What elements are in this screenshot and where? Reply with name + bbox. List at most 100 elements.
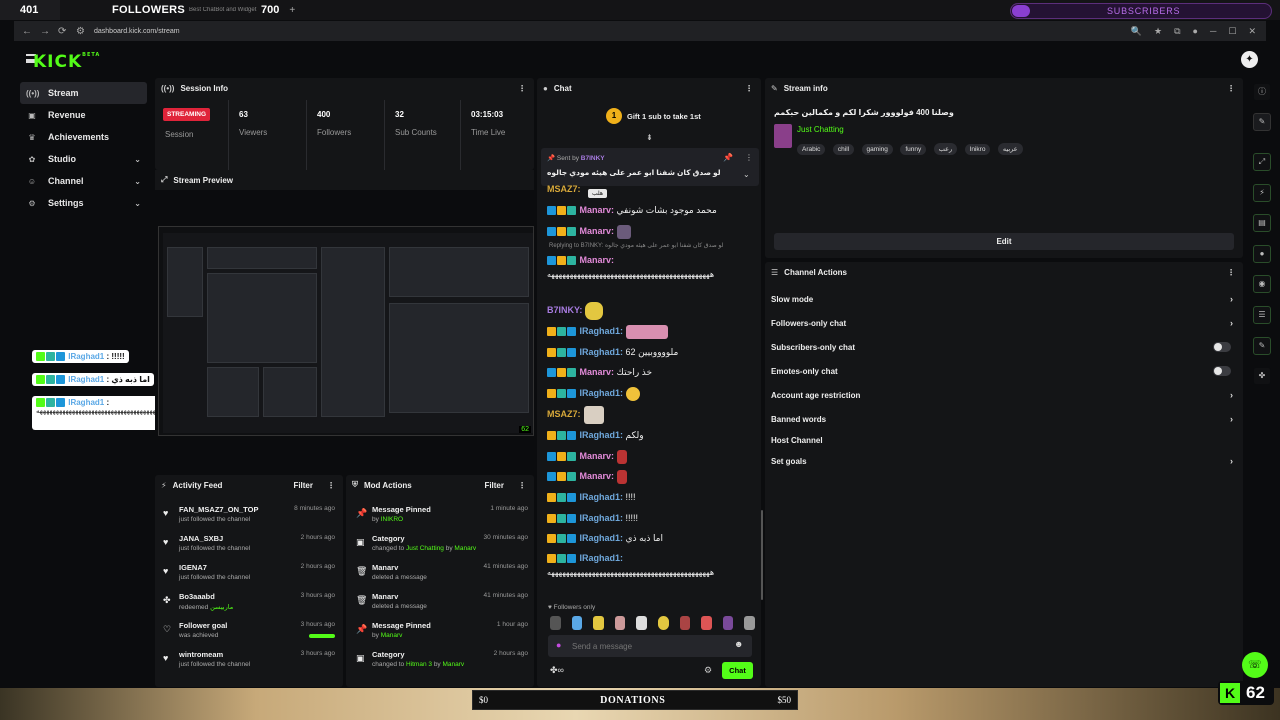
- action-slow-mode[interactable]: Slow mode ›: [771, 289, 1237, 309]
- chat-message[interactable]: IRaghad1: !!!!!: [547, 508, 638, 528]
- stream-preview-video[interactable]: 62: [158, 226, 534, 436]
- bookmark-star-icon[interactable]: ★: [1154, 26, 1162, 37]
- emote-image[interactable]: [614, 616, 626, 630]
- filter-button[interactable]: Filter: [293, 481, 313, 490]
- edit-button[interactable]: Edit: [774, 233, 1234, 250]
- collapse-icon[interactable]: ⇟: [646, 133, 653, 142]
- user-avatar[interactable]: ✦: [1241, 51, 1258, 68]
- microphone-icon[interactable]: ●: [556, 640, 561, 650]
- tag[interactable]: gaming: [861, 144, 893, 155]
- emote-image[interactable]: [657, 616, 669, 630]
- emote-image[interactable]: [593, 616, 604, 630]
- unpin-icon[interactable]: 📌: [723, 153, 733, 162]
- subscribers-only-toggle[interactable]: [1213, 342, 1231, 352]
- emote-image[interactable]: [744, 616, 755, 630]
- reload-icon[interactable]: ⟳: [58, 26, 68, 37]
- fullscreen-icon[interactable]: ⤢: [1253, 153, 1271, 171]
- action-followers-only[interactable]: Followers-only chat ›: [771, 313, 1237, 333]
- stream-icon[interactable]: ◉: [1253, 275, 1271, 293]
- emote-image[interactable]: [701, 616, 712, 630]
- action-account-age[interactable]: Account age restriction ›: [771, 385, 1237, 405]
- chat-settings-icon[interactable]: ⚙: [704, 665, 712, 676]
- kick-logo[interactable]: KICKBETA: [33, 52, 100, 72]
- tag[interactable]: رعب: [933, 143, 958, 155]
- more-options-icon[interactable]: ⋮: [745, 84, 753, 93]
- chat-message[interactable]: IRaghad1:: [547, 321, 669, 341]
- chat-message[interactable]: MSAZ7:: [547, 179, 581, 199]
- sidebar-item-channel[interactable]: ☺ Channel ⌄: [20, 170, 147, 192]
- sidebar-item-stream[interactable]: ((•)) Stream: [20, 82, 147, 104]
- address-bar[interactable]: dashboard.kick.com/stream: [94, 28, 180, 35]
- chat-message[interactable]: Manarv:: [547, 446, 628, 466]
- emote-image[interactable]: [679, 616, 691, 630]
- chat-message[interactable]: IRaghad1: 62 ملووووبيين: [547, 342, 678, 362]
- gift-sub-link[interactable]: Gift 1 sub to take 1st: [627, 112, 701, 121]
- minimize-icon[interactable]: ─: [1210, 26, 1216, 37]
- emote-image[interactable]: [722, 616, 734, 630]
- forward-icon[interactable]: →: [40, 26, 50, 37]
- emote-image[interactable]: [636, 616, 647, 630]
- back-icon[interactable]: ←: [22, 26, 32, 37]
- wrench-icon[interactable]: ✎: [1253, 337, 1271, 355]
- sidebar-item-achievements[interactable]: ♛ Achievements: [20, 126, 147, 148]
- tag[interactable]: عربيه: [997, 143, 1023, 155]
- close-icon[interactable]: ✕: [1248, 26, 1256, 37]
- document-icon[interactable]: ▤: [1253, 214, 1271, 232]
- chat-message[interactable]: IRaghad1: ولكم: [547, 425, 644, 445]
- profile-icon[interactable]: ●: [1193, 26, 1198, 37]
- edit-layout-icon[interactable]: ✎: [1253, 113, 1271, 131]
- tag[interactable]: funny: [900, 144, 927, 155]
- action-banned-words[interactable]: Banned words ›: [771, 409, 1237, 429]
- chat-bubble-icon[interactable]: ●: [1253, 245, 1271, 263]
- sidebar-item-revenue[interactable]: ▣ Revenue: [20, 104, 147, 126]
- chat-message[interactable]: IRaghad1: !!!!: [547, 487, 636, 507]
- more-options-icon[interactable]: ⋮: [1227, 84, 1235, 93]
- emote-image[interactable]: [571, 616, 583, 630]
- chat-message[interactable]: Manarv: خذ راحتك: [547, 362, 652, 382]
- points-icon[interactable]: ✤∞: [550, 665, 564, 676]
- points-icon[interactable]: ✤: [1253, 367, 1271, 385]
- action-emotes-only[interactable]: Emotes-only chat: [771, 361, 1237, 381]
- send-chat-button[interactable]: Chat: [722, 662, 753, 679]
- tag[interactable]: Arabic: [797, 144, 826, 155]
- action-host-channel[interactable]: Host Channel: [771, 430, 1237, 450]
- chat-scrollbar[interactable]: [761, 510, 763, 600]
- more-options-icon[interactable]: ⋮: [1227, 268, 1235, 277]
- chat-message[interactable]: IRaghad1: اما ذبه ذي: [547, 528, 663, 548]
- emotes-only-toggle[interactable]: [1213, 366, 1231, 376]
- maximize-icon[interactable]: ☐: [1228, 26, 1236, 37]
- zoom-icon[interactable]: 🔍: [1131, 26, 1142, 37]
- chat-message[interactable]: B7INKY:: [547, 300, 604, 320]
- action-set-goals[interactable]: Set goals ›: [771, 451, 1237, 471]
- chat-message[interactable]: IRaghad1:: [547, 383, 641, 403]
- chat-message[interactable]: IRaghad1:: [547, 548, 623, 568]
- tag[interactable]: chill: [832, 144, 855, 155]
- more-options-icon[interactable]: ⋮: [518, 84, 526, 93]
- emoji-icon[interactable]: ☻: [734, 639, 743, 649]
- chat-message[interactable]: Manarv:: [547, 250, 614, 270]
- chat-input-box[interactable]: ● ☻: [548, 635, 752, 657]
- action-subscribers-only[interactable]: Subscribers-only chat: [771, 337, 1237, 357]
- category-link[interactable]: Just Chatting: [797, 125, 844, 134]
- new-tab-button[interactable]: +: [289, 5, 295, 16]
- chat-message[interactable]: MSAZ7:: [547, 404, 604, 424]
- filter-button[interactable]: Filter: [484, 481, 504, 490]
- live-support-icon[interactable]: ☏: [1242, 652, 1268, 678]
- info-icon[interactable]: ⓘ: [1253, 83, 1271, 101]
- sidebar-item-studio[interactable]: ✿ Studio ⌄: [20, 148, 147, 170]
- chat-message[interactable]: Manarv:: [547, 221, 632, 241]
- tag[interactable]: Inikro: [964, 144, 991, 155]
- site-info-icon[interactable]: ⚙: [76, 26, 86, 37]
- chat-message[interactable]: Manarv: محمد موجود بشات شونفي: [547, 200, 717, 220]
- chevron-down-icon[interactable]: ⌄: [743, 170, 750, 179]
- more-options-icon[interactable]: ⋮: [518, 481, 526, 490]
- list-icon[interactable]: ☰: [1253, 306, 1271, 324]
- more-options-icon[interactable]: ⋮: [745, 153, 753, 162]
- sidebar-item-settings[interactable]: ⚙ Settings ⌄: [20, 192, 147, 214]
- extensions-icon[interactable]: ⧉: [1174, 26, 1180, 37]
- chat-message[interactable]: Manarv:: [547, 466, 628, 486]
- bolt-icon[interactable]: ⚡: [1253, 184, 1271, 202]
- emote-image[interactable]: [550, 616, 561, 630]
- chat-input[interactable]: [572, 638, 722, 654]
- more-options-icon[interactable]: ⋮: [327, 481, 335, 490]
